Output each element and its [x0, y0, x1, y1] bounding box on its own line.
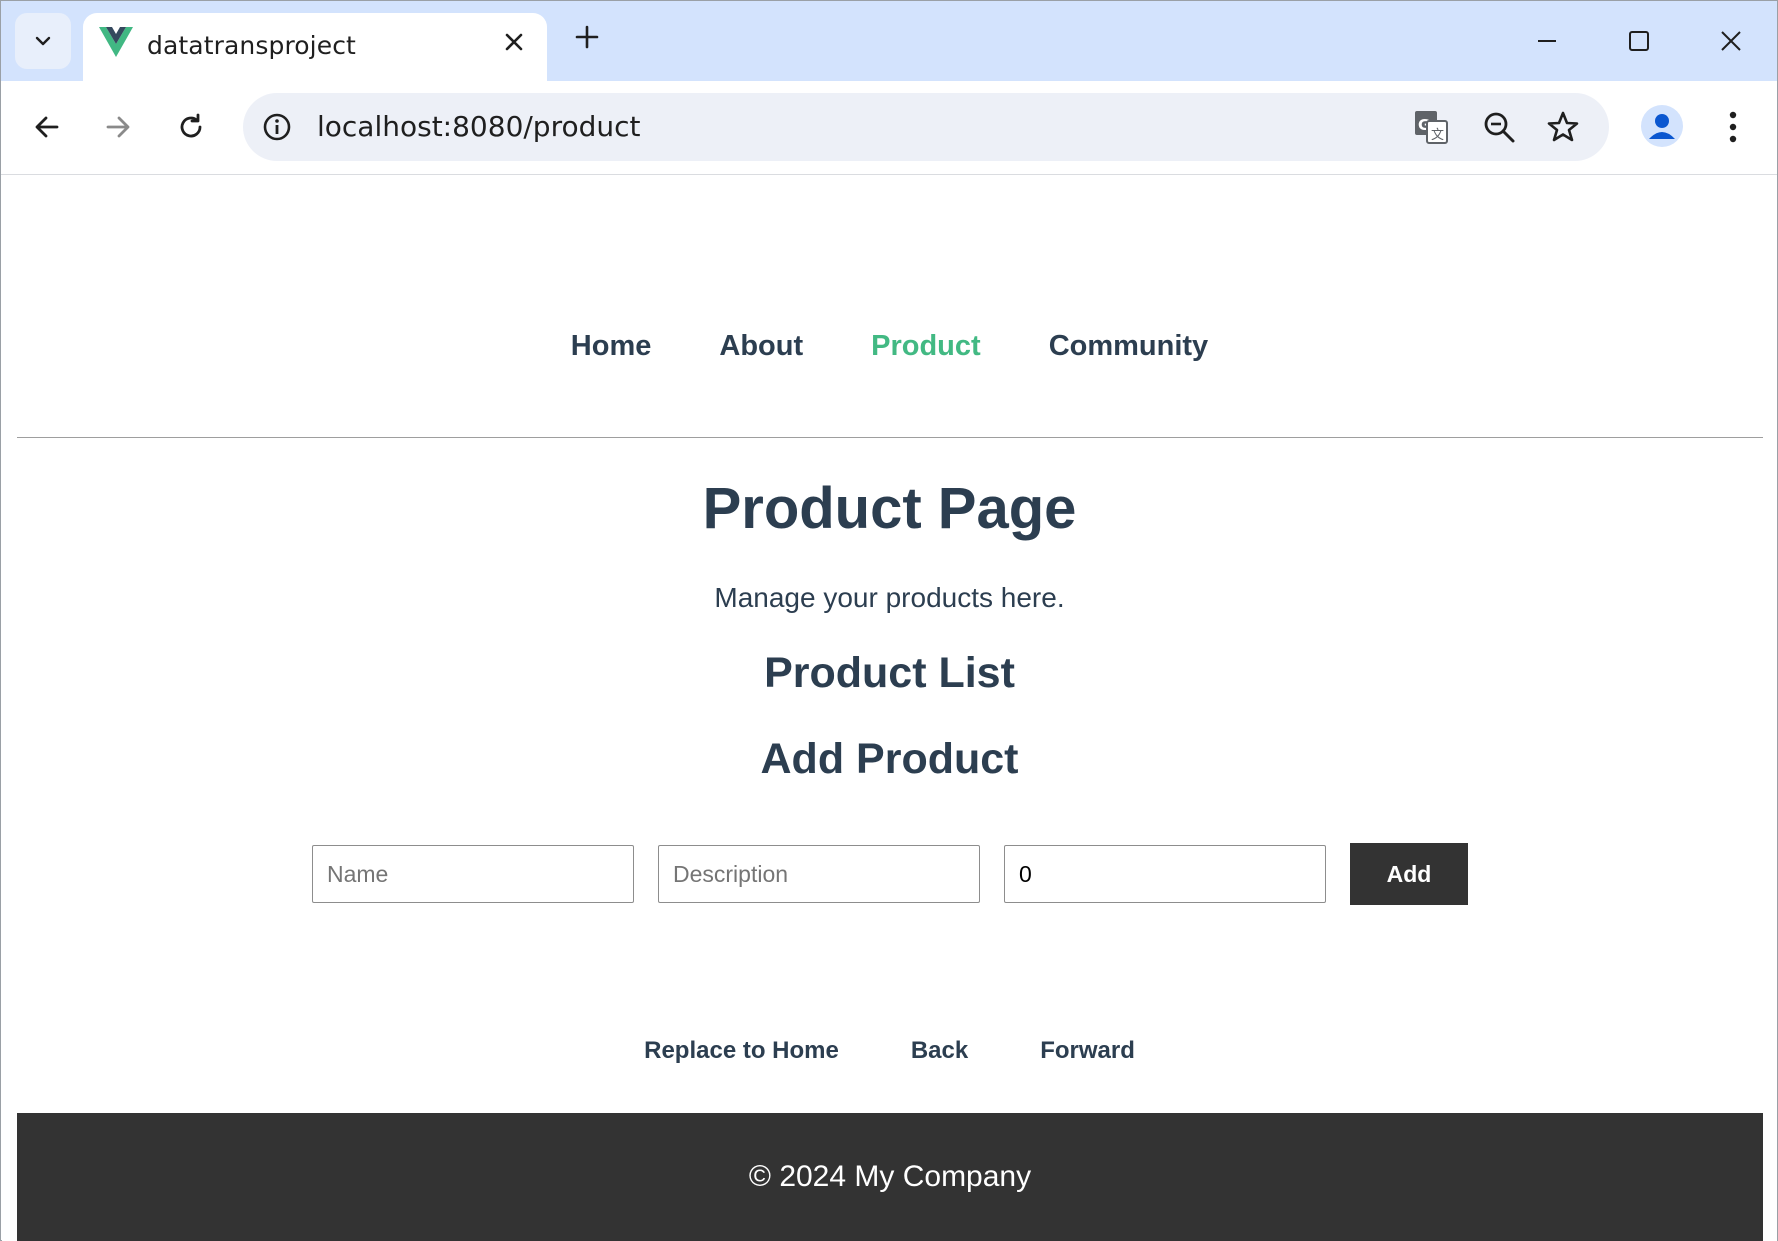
maximize-button[interactable]: [1621, 23, 1657, 59]
reload-button[interactable]: [167, 103, 215, 151]
add-button[interactable]: Add: [1350, 843, 1468, 905]
page-footer: © 2024 My Company: [17, 1113, 1763, 1241]
page-content: Home About Product Community Product Pag…: [2, 175, 1777, 1241]
vue-logo-icon: [99, 27, 133, 57]
translate-icon: G文: [1415, 111, 1448, 144]
reload-icon: [180, 113, 202, 138]
back-button[interactable]: Back: [901, 1031, 978, 1071]
kebab-menu-icon: [1729, 111, 1737, 143]
add-product-heading: Add Product: [760, 735, 1019, 783]
browser-toolbar: localhost:8080/product G文: [1, 81, 1777, 175]
minimize-icon: [1538, 40, 1556, 42]
tab-search-button[interactable]: [15, 13, 71, 69]
description-input[interactable]: [658, 845, 980, 903]
forward-nav-button[interactable]: [94, 103, 142, 151]
bookmark-button[interactable]: [1543, 107, 1583, 147]
tab-strip: datatransproject: [1, 1, 1777, 81]
chevron-down-icon: [35, 36, 51, 46]
address-bar[interactable]: localhost:8080/product G文: [243, 93, 1609, 161]
nav-link-community[interactable]: Community: [1049, 330, 1209, 363]
price-input[interactable]: [1004, 845, 1326, 903]
arrow-right-icon: [106, 116, 130, 138]
close-window-icon: [1721, 31, 1741, 51]
profile-avatar[interactable]: [1641, 105, 1683, 147]
nav-link-home[interactable]: Home: [571, 330, 652, 363]
close-window-button[interactable]: [1713, 23, 1749, 59]
product-list-heading: Product List: [764, 649, 1015, 697]
main-nav: Home About Product Community: [2, 330, 1777, 363]
name-input[interactable]: [312, 845, 634, 903]
zoom-out-icon: [1484, 112, 1515, 143]
minimize-button[interactable]: [1529, 23, 1565, 59]
route-buttons: Replace to Home Back Forward: [2, 1031, 1777, 1071]
browser-window: datatransproject localhost:8080/product …: [0, 0, 1778, 1241]
nav-link-about[interactable]: About: [719, 330, 803, 363]
page-title: Product Page: [702, 476, 1077, 541]
footer-text: © 2024 My Company: [748, 1160, 1032, 1193]
star-icon: [1547, 111, 1579, 142]
info-icon: [263, 113, 291, 141]
nav-divider: [17, 437, 1763, 438]
browser-tab[interactable]: datatransproject: [83, 13, 547, 81]
person-icon: [1649, 114, 1675, 139]
browser-menu-button[interactable]: [1713, 103, 1753, 151]
new-tab-plus-icon[interactable]: [573, 23, 601, 51]
translate-button[interactable]: G文: [1411, 107, 1451, 147]
maximize-icon: [1629, 31, 1649, 51]
svg-text:文: 文: [1431, 128, 1444, 143]
tab-title: datatransproject: [147, 31, 356, 60]
replace-to-home-button[interactable]: Replace to Home: [634, 1031, 849, 1071]
page-subtitle: Manage your products here.: [714, 582, 1065, 613]
close-icon[interactable]: [501, 29, 527, 55]
site-info-button[interactable]: [259, 109, 295, 145]
forward-button[interactable]: Forward: [1030, 1031, 1145, 1071]
zoom-button[interactable]: [1479, 107, 1519, 147]
back-nav-button[interactable]: [23, 103, 71, 151]
arrow-left-icon: [35, 116, 59, 138]
nav-link-product[interactable]: Product: [871, 330, 981, 363]
url-text[interactable]: localhost:8080/product: [317, 110, 641, 143]
